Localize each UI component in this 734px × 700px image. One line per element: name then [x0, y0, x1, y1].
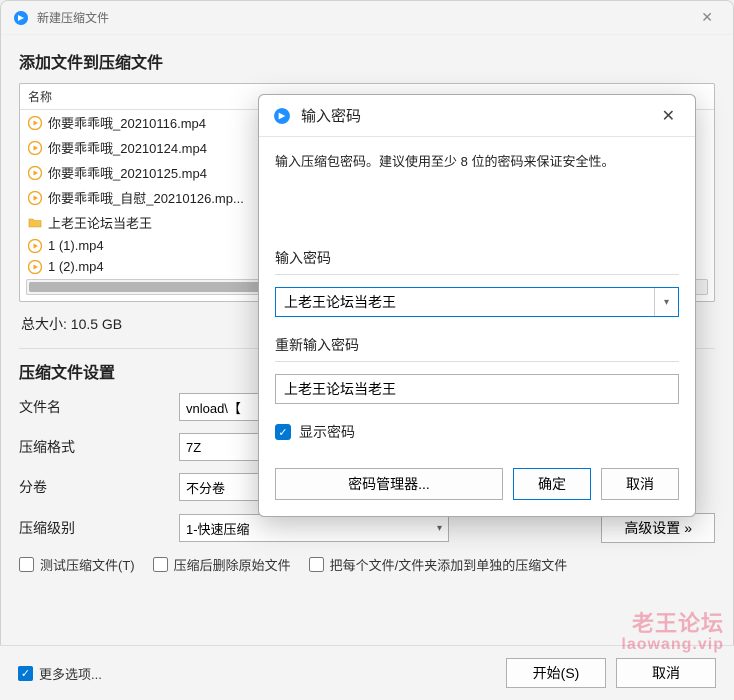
footer: ✓ 更多选项... 开始(S) 取消	[0, 645, 734, 700]
password-label: 输入密码	[275, 248, 679, 268]
video-icon	[28, 239, 42, 253]
app-icon	[273, 107, 291, 125]
modal-title: 输入密码	[301, 105, 361, 126]
password-manager-button[interactable]: 密码管理器...	[275, 468, 503, 500]
check-label: 把每个文件/文件夹添加到单独的压缩文件	[330, 555, 568, 574]
checkbox-icon[interactable]	[19, 557, 34, 572]
reenter-password-input[interactable]	[275, 374, 679, 404]
check-label: 压缩后删除原始文件	[174, 555, 291, 574]
divider	[275, 274, 679, 275]
password-combobox[interactable]: ▾	[275, 287, 679, 317]
level-select[interactable]: 1-快速压缩 ▾	[179, 514, 449, 542]
checkbox-checked-icon: ✓	[18, 666, 33, 681]
file-name: 你要乖乖哦_20210124.mp4	[48, 138, 207, 157]
more-options-label: 更多选项...	[39, 664, 102, 683]
divider	[275, 361, 679, 362]
check-label: 测试压缩文件(T)	[40, 555, 135, 574]
modal-description: 输入压缩包密码。建议使用至少 8 位的密码来保证安全性。	[275, 151, 679, 170]
video-icon	[28, 260, 42, 274]
video-icon	[28, 141, 42, 155]
file-name: 你要乖乖哦_20210125.mp4	[48, 163, 207, 182]
folder-icon	[28, 216, 42, 230]
video-icon	[28, 116, 42, 130]
ok-button[interactable]: 确定	[513, 468, 591, 500]
more-options-toggle[interactable]: ✓ 更多选项...	[18, 664, 102, 683]
modal-close-button[interactable]: ✕	[656, 104, 681, 128]
window-title: 新建压缩文件	[37, 9, 109, 26]
cancel-button[interactable]: 取消	[616, 658, 716, 688]
file-name: 1 (1).mp4	[48, 238, 104, 253]
titlebar: 新建压缩文件 ✕	[1, 1, 733, 35]
password-dialog: 输入密码 ✕ 输入压缩包密码。建议使用至少 8 位的密码来保证安全性。 输入密码…	[258, 94, 696, 517]
format-label: 压缩格式	[19, 437, 179, 457]
test-archive-checkbox[interactable]: 测试压缩文件(T)	[19, 555, 135, 574]
separate-archives-checkbox[interactable]: 把每个文件/文件夹添加到单独的压缩文件	[309, 555, 568, 574]
split-value: 不分卷	[186, 478, 225, 497]
advanced-settings-button[interactable]: 高级设置 »	[601, 513, 715, 543]
file-name: 你要乖乖哦_20210116.mp4	[48, 113, 206, 132]
filename-label: 文件名	[19, 397, 179, 417]
chevron-down-icon: ▾	[664, 297, 669, 308]
show-password-label: 显示密码	[299, 422, 355, 442]
video-icon	[28, 166, 42, 180]
delete-after-checkbox[interactable]: 压缩后删除原始文件	[153, 555, 291, 574]
show-password-checkbox[interactable]: ✓ 显示密码	[275, 422, 679, 442]
file-name: 上老王论坛当老王	[48, 213, 152, 232]
checkbox-icon[interactable]	[309, 557, 324, 572]
level-value: 1-快速压缩	[186, 519, 250, 538]
modal-titlebar: 输入密码 ✕	[259, 95, 695, 137]
reenter-password-label: 重新输入密码	[275, 335, 679, 355]
start-button[interactable]: 开始(S)	[506, 658, 606, 688]
window-close-button[interactable]: ✕	[693, 7, 721, 28]
file-name: 你要乖乖哦_自慰_20210126.mp...	[48, 188, 244, 207]
file-name: 1 (2).mp4	[48, 259, 104, 274]
add-files-heading: 添加文件到压缩文件	[19, 49, 715, 73]
checkbox-checked-icon: ✓	[275, 424, 291, 440]
level-label: 压缩级别	[19, 518, 179, 538]
app-icon	[13, 10, 29, 26]
password-input[interactable]	[276, 288, 654, 316]
format-value: 7Z	[186, 440, 201, 455]
video-icon	[28, 191, 42, 205]
split-label: 分卷	[19, 477, 179, 497]
checkbox-icon[interactable]	[153, 557, 168, 572]
chevron-down-icon: ▾	[437, 523, 442, 534]
password-dropdown-button[interactable]: ▾	[654, 288, 678, 316]
modal-cancel-button[interactable]: 取消	[601, 468, 679, 500]
